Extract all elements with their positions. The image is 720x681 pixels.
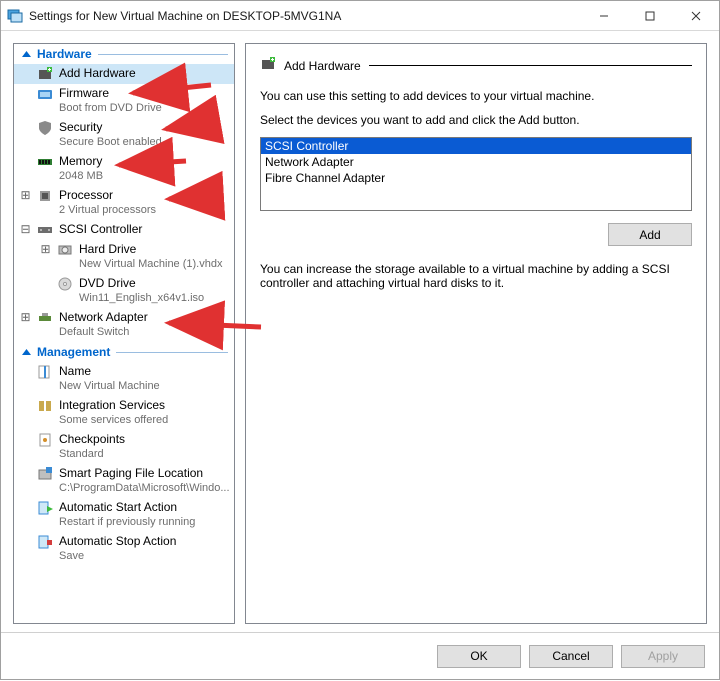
scsi-icon xyxy=(37,222,53,238)
hard-drive-icon xyxy=(57,242,73,258)
nav-name[interactable]: NameNew Virtual Machine xyxy=(14,362,234,396)
hardware-label: Hardware xyxy=(37,47,92,61)
app-icon xyxy=(7,8,23,24)
network-icon xyxy=(37,310,53,326)
ok-button[interactable]: OK xyxy=(437,645,521,668)
caret-up-icon xyxy=(22,50,31,59)
caret-up-icon xyxy=(22,348,31,357)
nav-smart-paging[interactable]: Smart Paging File LocationC:\ProgramData… xyxy=(14,464,234,498)
nav-memory[interactable]: Memory2048 MB xyxy=(14,152,234,186)
nav-dvd-drive[interactable]: DVD DriveWin11_English_x64v1.iso xyxy=(14,274,234,308)
auto-start-icon xyxy=(37,500,53,516)
firmware-icon xyxy=(37,86,53,102)
minimize-button[interactable] xyxy=(581,1,627,30)
integration-icon xyxy=(37,398,53,414)
add-hardware-icon xyxy=(37,66,53,82)
collapse-icon[interactable]: ⊟ xyxy=(20,222,31,237)
nav-add-hardware[interactable]: Add Hardware xyxy=(14,64,234,84)
device-option[interactable]: SCSI Controller xyxy=(261,138,691,154)
nav-hard-drive[interactable]: ⊞ Hard DriveNew Virtual Machine (1).vhdx xyxy=(14,240,234,274)
titlebar: Settings for New Virtual Machine on DESK… xyxy=(1,1,719,31)
section-management[interactable]: Management xyxy=(14,342,234,362)
nav-network-adapter[interactable]: ⊞ Network AdapterDefault Switch xyxy=(14,308,234,342)
nav-auto-stop[interactable]: Automatic Stop ActionSave xyxy=(14,532,234,566)
checkpoint-icon xyxy=(37,432,53,448)
expand-icon[interactable]: ⊞ xyxy=(20,188,31,203)
add-hardware-icon xyxy=(260,56,276,75)
nav-checkpoints[interactable]: CheckpointsStandard xyxy=(14,430,234,464)
device-option[interactable]: Fibre Channel Adapter xyxy=(261,170,691,186)
shield-icon xyxy=(37,120,53,136)
panel-title: Add Hardware xyxy=(284,59,361,73)
disc-icon xyxy=(57,276,73,292)
cpu-icon xyxy=(37,188,53,204)
memory-icon xyxy=(37,154,53,170)
device-list[interactable]: SCSI Controller Network Adapter Fibre Ch… xyxy=(260,137,692,211)
panel-note: You can increase the storage available t… xyxy=(260,262,692,290)
nav-processor[interactable]: ⊞ Processor2 Virtual processors xyxy=(14,186,234,220)
detail-panel: Add Hardware You can use this setting to… xyxy=(245,43,707,624)
settings-window: Settings for New Virtual Machine on DESK… xyxy=(0,0,720,680)
nav-firmware[interactable]: FirmwareBoot from DVD Drive xyxy=(14,84,234,118)
section-hardware[interactable]: Hardware xyxy=(14,44,234,64)
auto-stop-icon xyxy=(37,534,53,550)
nav-integration-services[interactable]: Integration ServicesSome services offere… xyxy=(14,396,234,430)
nav-auto-start[interactable]: Automatic Start ActionRestart if previou… xyxy=(14,498,234,532)
device-option[interactable]: Network Adapter xyxy=(261,154,691,170)
dialog-footer: OK Cancel Apply xyxy=(1,632,719,679)
paging-icon xyxy=(37,466,53,482)
maximize-button[interactable] xyxy=(627,1,673,30)
add-button[interactable]: Add xyxy=(608,223,692,246)
apply-button[interactable]: Apply xyxy=(621,645,705,668)
nav-tree[interactable]: Hardware Add Hardware FirmwareBoot from … xyxy=(13,43,235,624)
management-label: Management xyxy=(37,345,110,359)
panel-intro-2: Select the devices you want to add and c… xyxy=(260,113,692,127)
nav-scsi-controller[interactable]: ⊟ SCSI Controller xyxy=(14,220,234,240)
expand-icon[interactable]: ⊞ xyxy=(20,310,31,325)
cancel-button[interactable]: Cancel xyxy=(529,645,613,668)
name-icon xyxy=(37,364,53,380)
nav-security[interactable]: SecuritySecure Boot enabled xyxy=(14,118,234,152)
expand-icon[interactable]: ⊞ xyxy=(40,242,51,257)
panel-intro-1: You can use this setting to add devices … xyxy=(260,89,692,103)
close-button[interactable] xyxy=(673,1,719,30)
window-title: Settings for New Virtual Machine on DESK… xyxy=(29,9,581,23)
